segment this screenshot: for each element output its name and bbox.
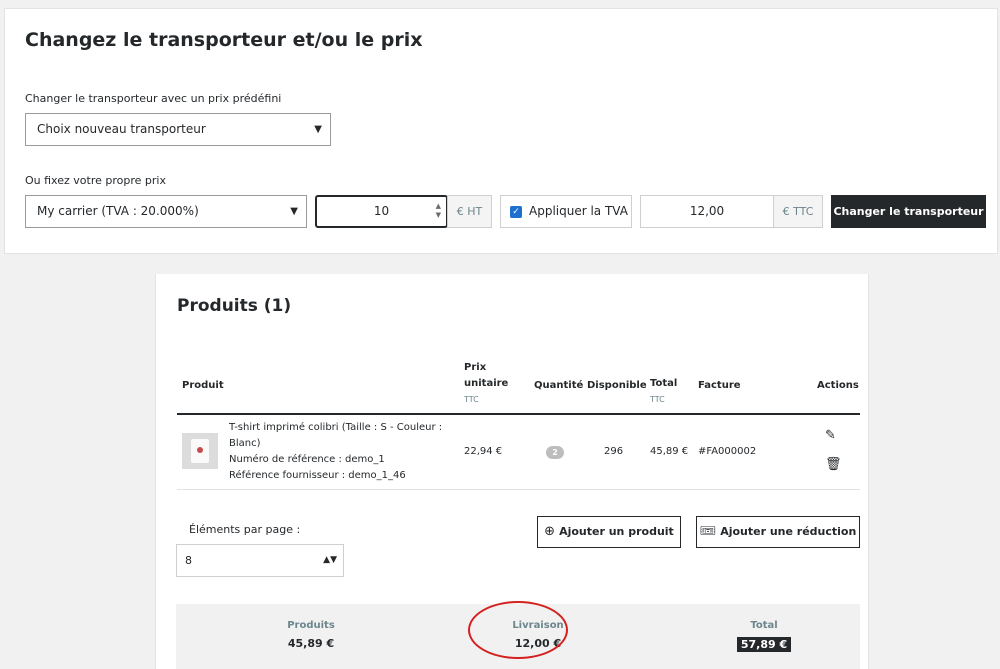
column-header-available: Disponible [587, 380, 647, 391]
price-ttc-addon: € TTC [773, 195, 823, 228]
plus-circle-icon: ⊕ [544, 524, 556, 539]
checkbox-checked-icon[interactable]: ✓ [510, 206, 522, 218]
column-header-total-sub: TTC [650, 395, 665, 404]
column-header-actions: Actions [817, 380, 859, 391]
column-header-unit-price-label: Prix unitaire [464, 362, 509, 389]
add-discount-label: Ajouter une réduction [720, 525, 857, 538]
add-product-label: Ajouter un produit [559, 525, 674, 538]
table-header-divider [177, 413, 860, 415]
column-header-quantity: Quantité [534, 380, 584, 391]
chevron-down-icon: ▼ [290, 206, 298, 217]
carrier-panel: Changez le transporteur et/ou le prix Ch… [4, 8, 998, 254]
add-discount-button[interactable]: 🎟 Ajouter une réduction [696, 516, 860, 548]
price-ttc-input[interactable]: 12,00 [640, 195, 774, 228]
per-page-select[interactable]: 8 ▲▼ [176, 544, 344, 577]
products-title: Produits (1) [177, 296, 292, 316]
highlight-circle [468, 601, 568, 659]
column-header-product: Produit [182, 380, 224, 391]
product-unit-price: 22,94 € [464, 446, 503, 457]
column-header-total: Total TTC [650, 376, 677, 408]
summary-products-label: Produits [287, 620, 335, 631]
carrier-select[interactable]: My carrier (TVA : 20.000%) ▼ [25, 195, 307, 228]
sort-arrows-icon: ▲▼ [323, 555, 337, 565]
number-spinner-icon[interactable]: ▲ ▼ [436, 202, 441, 220]
product-supplier-reference: Référence fournisseur : demo_1_46 [229, 470, 406, 481]
price-ttc-value: 12,00 [689, 204, 725, 218]
edit-pencil-icon[interactable]: ✎ [825, 428, 836, 443]
price-ht-input[interactable]: 10 ▲ ▼ [315, 195, 448, 228]
summary-products: Produits 45,89 € [241, 620, 381, 650]
trash-icon[interactable]: 🗑 [825, 457, 842, 472]
product-available: 296 [604, 446, 624, 457]
predefined-carrier-select[interactable]: Choix nouveau transporteur ▼ [25, 113, 331, 146]
carrier-select-value: My carrier (TVA : 20.000%) [37, 204, 199, 218]
own-price-label: Ou fixez votre propre prix [25, 174, 166, 187]
predefined-carrier-select-value: Choix nouveau transporteur [37, 122, 206, 136]
carrier-panel-title: Changez le transporteur et/ou le prix [25, 29, 423, 51]
summary-total: Total 57,89 € [694, 620, 834, 652]
apply-tax-label: Appliquer la TVA [529, 204, 628, 218]
per-page-value: 8 [185, 554, 192, 567]
apply-tax-toggle[interactable]: ✓ Appliquer la TVA [500, 195, 632, 228]
change-carrier-button[interactable]: Changer le transporteur [831, 195, 986, 228]
product-reference: Numéro de référence : demo_1 [229, 454, 385, 465]
ticket-icon: 🎟 [699, 524, 717, 539]
column-header-unit-price: Prix unitaire TTC [464, 360, 524, 408]
column-header-invoice: Facture [698, 380, 741, 391]
product-invoice: #FA000002 [698, 446, 757, 457]
price-ht-addon: € HT [447, 195, 492, 228]
price-ht-value: 10 [373, 204, 390, 218]
chevron-down-icon: ▼ [314, 124, 322, 135]
page: Changez le transporteur et/ou le prix Ch… [0, 0, 1000, 669]
summary-products-value: 45,89 € [287, 637, 335, 650]
product-name-line2: Blanc) [229, 438, 261, 449]
summary-total-label: Total [750, 620, 778, 631]
product-total: 45,89 € [650, 446, 689, 457]
summary-total-value: 57,89 € [736, 637, 792, 652]
column-header-total-label: Total [650, 378, 678, 389]
product-name-line1: T-shirt imprimé colibri (Taille : S - Co… [229, 422, 443, 433]
product-thumbnail [182, 433, 218, 469]
per-page-label: Éléments par page : [189, 523, 301, 536]
table-row-product-info: T-shirt imprimé colibri (Taille : S - Co… [229, 420, 449, 484]
column-header-unit-price-sub: TTC [464, 395, 479, 404]
products-panel: Produits (1) Produit Prix unitaire TTC Q… [155, 274, 869, 669]
product-quantity-badge: 2 [546, 446, 564, 459]
predefined-carrier-label: Changer le transporteur avec un prix pré… [25, 92, 282, 105]
add-product-button[interactable]: ⊕ Ajouter un produit [537, 516, 681, 548]
table-row-divider [177, 489, 860, 490]
